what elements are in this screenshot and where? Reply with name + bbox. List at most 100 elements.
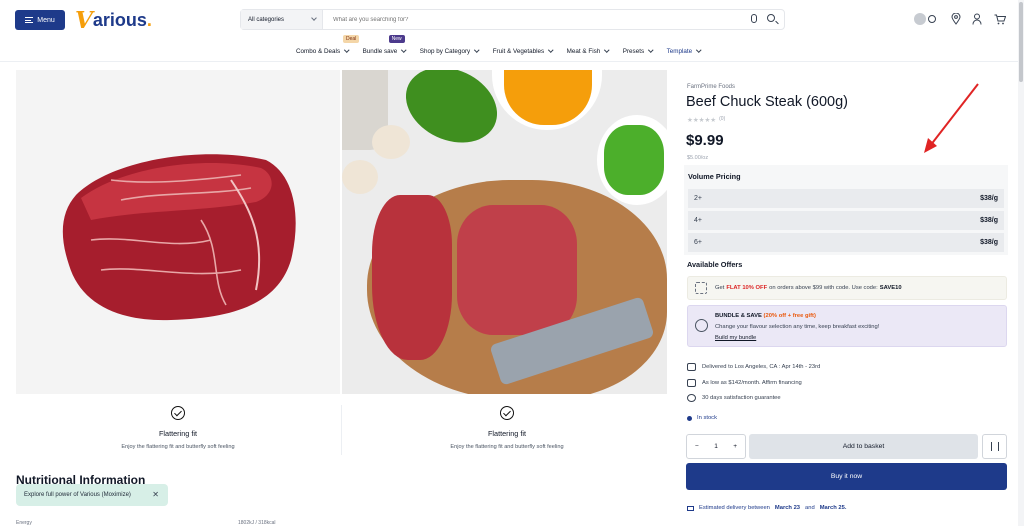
est-date-end: March 25. (819, 505, 847, 511)
build-bundle-link[interactable]: Build my bundle (715, 335, 756, 341)
status-dot-icon (687, 415, 692, 421)
coupon-offer[interactable]: Get FLAT 10% OFF on orders above $99 wit… (687, 276, 1007, 300)
checkmark-circle-icon (500, 406, 514, 420)
bundle-title-text: BUNDLE & SAVE (715, 313, 762, 319)
product-price: $9.99 (686, 132, 724, 149)
chevron-down-icon (311, 15, 317, 21)
scrollbar-thumb[interactable] (1019, 2, 1023, 82)
beef-cubes-image (457, 205, 577, 335)
new-badge: New (388, 35, 405, 43)
est-text: Estimated delivery between (699, 505, 770, 511)
nav-fruit-vegetables[interactable]: Fruit & Vegetables (492, 45, 554, 57)
offer-highlight: FLAT 10% OFF (726, 285, 768, 291)
volume-tier-row[interactable]: 6+ $38/g (688, 233, 1004, 252)
unit-price: $5.00/oz (687, 155, 709, 161)
raw-steak-image (372, 195, 452, 360)
energy-label: Energy (16, 520, 32, 526)
divider (341, 405, 342, 455)
tier-price: $38/g (980, 195, 998, 202)
nav-item-label: Meat & Fish (566, 47, 601, 55)
guarantee-text: 30 days satisfaction guarantee (702, 395, 781, 401)
quantity-stepper[interactable]: − 1 + (686, 434, 746, 459)
feature-card: Flattering fit Enjoy the flattering fit … (345, 406, 669, 450)
tier-price: $38/g (980, 217, 998, 224)
star-icon: ★★★★★ (687, 117, 717, 124)
bundle-description: Change your flavour selection any time, … (715, 324, 880, 330)
energy-value: 1802kJ / 318kcal (238, 520, 276, 526)
volume-tier-row[interactable]: 2+ $38/g (688, 189, 1004, 208)
logo-v: V (75, 6, 93, 34)
est-date-start: March 23 (774, 505, 801, 511)
search-input[interactable] (333, 14, 713, 25)
theme-toggle-icon[interactable] (914, 13, 926, 25)
quantity-value[interactable]: 1 (714, 443, 718, 450)
offer-text: Get (715, 285, 725, 291)
chevron-down-icon (648, 47, 654, 53)
product-image-secondary[interactable] (342, 70, 667, 394)
gift-icon (695, 319, 708, 332)
chevron-down-icon (696, 47, 702, 53)
menu-button[interactable]: Menu (15, 10, 65, 30)
nav-item-label: Fruit & Vegetables (492, 47, 545, 55)
product-brand[interactable]: FarmPrime Foods (687, 84, 735, 90)
site-logo[interactable]: V arious . (75, 6, 152, 34)
cart-icon[interactable] (994, 14, 1006, 25)
nav-meat-fish[interactable]: Meat & Fish (566, 45, 610, 57)
decrease-button[interactable]: − (695, 443, 699, 450)
search-bar: All categories (240, 9, 785, 30)
buy-now-button[interactable]: Buy it now (686, 463, 1007, 490)
est-and: and (805, 505, 815, 511)
feature-card: Flattering fit Enjoy the flattering fit … (16, 406, 340, 450)
nav-shop-by-category[interactable]: Shop by Category (419, 45, 480, 57)
category-select[interactable]: All categories (241, 10, 323, 29)
stock-text: In stock (697, 415, 717, 421)
increase-button[interactable]: + (733, 443, 737, 450)
chevron-down-icon (474, 47, 480, 53)
add-to-basket-button[interactable]: Add to basket (749, 434, 978, 459)
product-title: Beef Chuck Steak (600g) (686, 94, 849, 110)
page-scrollbar[interactable] (1018, 0, 1024, 526)
card-icon (687, 379, 696, 387)
nav-presets[interactable]: Presets (623, 45, 654, 57)
nav-template[interactable]: Template (666, 45, 702, 57)
garlic-image (372, 125, 410, 159)
volume-tier-row[interactable]: 4+ $38/g (688, 211, 1004, 230)
nav-combo-deals[interactable]: Deal Combo & Deals (296, 35, 360, 57)
coupon-code: SAVE10 (879, 285, 902, 291)
location-pin-icon[interactable] (951, 13, 961, 25)
chevron-down-icon (344, 47, 350, 53)
coupon-icon (695, 282, 707, 294)
bundle-offer: BUNDLE & SAVE (20% off + free gift) Chan… (687, 305, 1007, 347)
offer-text: on orders above $99 with code. Use code: (769, 285, 878, 291)
feature-description: Enjoy the flattering fit and butterfly s… (121, 444, 235, 450)
tier-qty: 4+ (694, 217, 702, 224)
shield-check-icon (687, 394, 696, 402)
nav-bundle-save[interactable]: New Bundle save (363, 35, 407, 57)
search-icon[interactable] (767, 14, 775, 22)
rating-stars[interactable]: ★★★★★ (0) (687, 116, 725, 124)
close-icon[interactable]: ✕ (152, 490, 159, 499)
financing-text: As low as $142/month. Affirm financing (702, 380, 802, 386)
bundle-highlight: (20% off + free gift) (763, 313, 816, 319)
estimated-delivery: Estimated delivery between March 23 and … (687, 505, 846, 511)
sun-icon[interactable] (928, 15, 936, 23)
chevron-down-icon (401, 47, 407, 53)
deal-badge: Deal (343, 35, 360, 43)
toast-text: Explore full power of Various (Moximize) (24, 492, 131, 498)
guarantee-info: 30 days satisfaction guarantee (687, 394, 781, 402)
compare-button[interactable] (982, 434, 1007, 459)
offers-heading: Available Offers (687, 260, 743, 269)
promo-toast[interactable]: Explore full power of Various (Moximize)… (16, 484, 168, 506)
compare-icon (991, 442, 999, 451)
chevron-down-icon (604, 47, 610, 53)
tier-qty: 2+ (694, 195, 702, 202)
product-image-main[interactable] (16, 70, 340, 394)
microphone-icon[interactable] (751, 14, 757, 23)
logo-text: arious (92, 9, 147, 30)
user-icon[interactable] (972, 13, 982, 25)
checkmark-circle-icon (171, 406, 185, 420)
nav-item-label: Shop by Category (419, 47, 471, 55)
volume-pricing-heading: Volume Pricing (688, 172, 741, 181)
garlic-image (342, 160, 378, 194)
nav-item-label: Template (666, 47, 693, 55)
